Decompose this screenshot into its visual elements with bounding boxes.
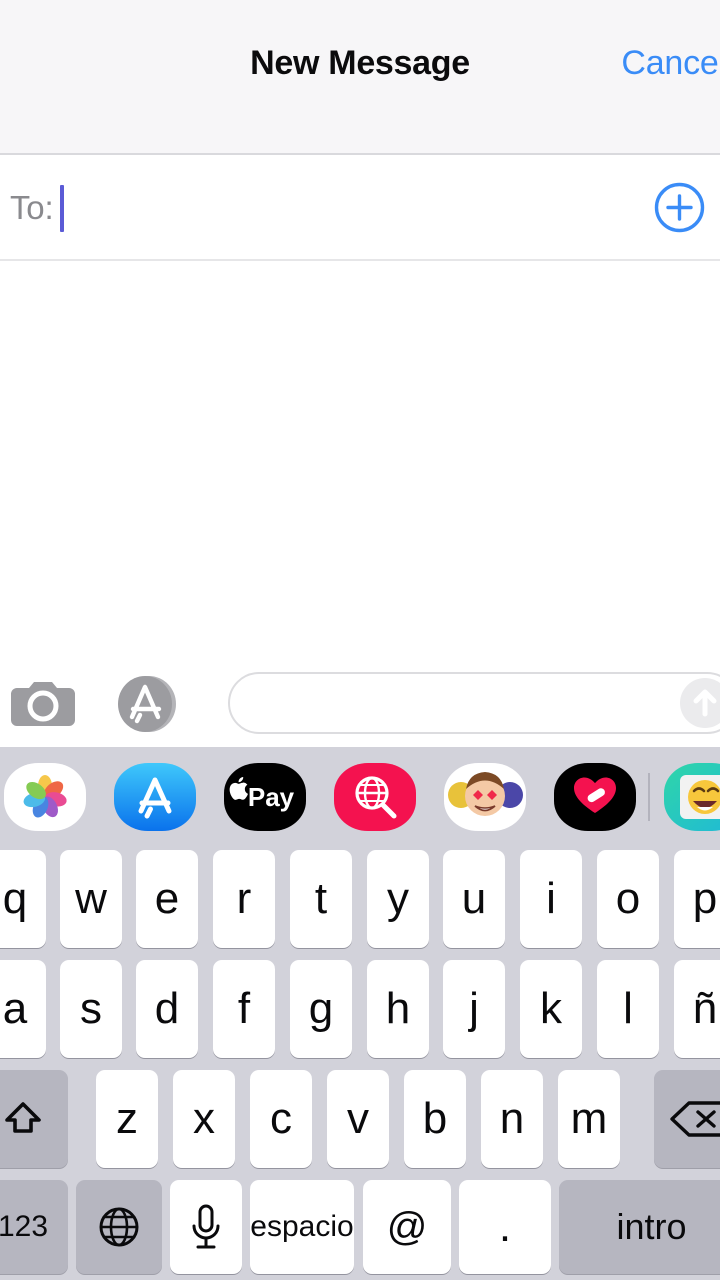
key-period[interactable]: .	[459, 1180, 551, 1274]
navigation-bar: New Message Cancel	[0, 0, 720, 155]
recipient-row[interactable]: To:	[0, 155, 720, 261]
message-text-field[interactable]	[228, 672, 720, 734]
app-store-icon	[114, 763, 196, 831]
key-q[interactable]: q	[0, 850, 46, 948]
key-e[interactable]: e	[136, 850, 198, 948]
key-i[interactable]: i	[520, 850, 582, 948]
microphone-icon	[192, 1204, 220, 1249]
key-s[interactable]: s	[60, 960, 122, 1058]
key-u[interactable]: u	[443, 850, 505, 948]
message-input-bar	[0, 660, 720, 747]
app-drawer-divider	[648, 773, 650, 821]
apple-pay-icon: Pay	[229, 776, 295, 812]
add-contact-button[interactable]	[654, 182, 705, 233]
key-r[interactable]: r	[213, 850, 275, 948]
memoji-stickers-icon	[448, 772, 523, 816]
key-f[interactable]: f	[213, 960, 275, 1058]
key-at[interactable]: @	[363, 1180, 451, 1274]
key-h[interactable]: h	[367, 960, 429, 1058]
delete-left-icon	[670, 1101, 720, 1137]
shift-arrow-icon	[5, 1102, 41, 1133]
key-n[interactable]: n	[481, 1070, 543, 1168]
key-a[interactable]: a	[0, 960, 46, 1058]
app-drawer-item-emoji-app[interactable]	[664, 763, 720, 831]
svg-text:Pay: Pay	[248, 782, 295, 812]
app-drawer-item-memoji[interactable]	[444, 763, 526, 831]
camera-icon	[11, 682, 75, 726]
key-enye[interactable]: ñ	[674, 960, 720, 1058]
camera-button[interactable]	[11, 678, 75, 728]
app-store-icon	[118, 676, 176, 732]
arrow-up-icon	[693, 689, 717, 717]
key-j[interactable]: j	[443, 960, 505, 1058]
to-label: To:	[10, 189, 54, 226]
key-t[interactable]: t	[290, 850, 352, 948]
key-numbers[interactable]: 123	[0, 1180, 68, 1274]
key-b[interactable]: b	[404, 1070, 466, 1168]
key-d[interactable]: d	[136, 960, 198, 1058]
on-screen-keyboard: q w e r t y u i o p a s d f g h j k l ñ	[0, 848, 720, 1280]
heart-icon	[574, 777, 616, 813]
imessage-app-drawer: Pay	[0, 747, 720, 848]
key-o[interactable]: o	[597, 850, 659, 948]
conversation-area	[0, 261, 720, 660]
messages-new-message-screen: New Message Cancel To: Pay q w e r t y u…	[0, 0, 720, 1280]
cancel-button[interactable]: Cancel	[621, 44, 720, 83]
key-backspace[interactable]	[654, 1070, 720, 1168]
magnifier-globe-icon	[355, 776, 397, 819]
app-drawer-item-images-search[interactable]	[334, 763, 416, 831]
app-drawer-item-photos[interactable]	[4, 763, 86, 831]
page-title: New Message	[250, 44, 470, 82]
photos-pinwheel-icon	[23, 775, 67, 818]
app-drawer-item-apple-pay[interactable]: Pay	[224, 763, 306, 831]
app-drawer-item-app-store[interactable]	[114, 763, 196, 831]
key-w[interactable]: w	[60, 850, 122, 948]
globe-icon	[99, 1207, 139, 1247]
key-p[interactable]: p	[674, 850, 720, 948]
key-z[interactable]: z	[96, 1070, 158, 1168]
key-x[interactable]: x	[173, 1070, 235, 1168]
key-y[interactable]: y	[367, 850, 429, 948]
key-shift[interactable]	[0, 1070, 68, 1168]
key-l[interactable]: l	[597, 960, 659, 1058]
laughing-emoji-icon	[664, 763, 720, 831]
send-button[interactable]	[680, 678, 720, 728]
app-drawer-item-digital-touch[interactable]	[554, 763, 636, 831]
key-c[interactable]: c	[250, 1070, 312, 1168]
plus-circle-icon	[654, 182, 705, 233]
key-m[interactable]: m	[558, 1070, 620, 1168]
key-globe[interactable]	[76, 1180, 162, 1274]
key-v[interactable]: v	[327, 1070, 389, 1168]
key-space[interactable]: espacio	[250, 1180, 354, 1274]
text-cursor	[60, 185, 64, 232]
key-return[interactable]: intro	[559, 1180, 720, 1274]
key-g[interactable]: g	[290, 960, 352, 1058]
key-k[interactable]: k	[520, 960, 582, 1058]
app-store-button[interactable]	[116, 673, 178, 735]
key-dictation[interactable]	[170, 1180, 242, 1274]
